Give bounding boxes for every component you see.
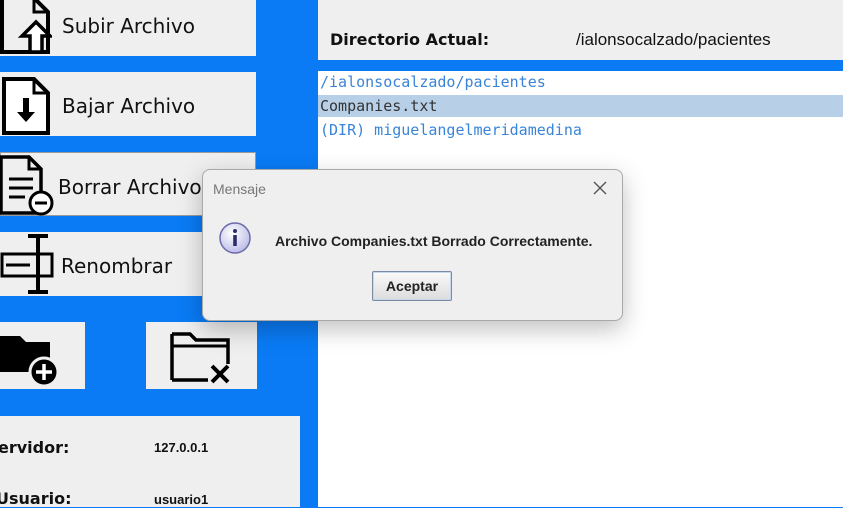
dialog-message: Archivo Companies.txt Borrado Correctame…	[275, 233, 593, 249]
ok-button[interactable]: Aceptar	[372, 271, 452, 301]
info-icon	[219, 222, 251, 254]
rename-label: Renombrar	[61, 254, 173, 278]
list-item-selected[interactable]: Companies.txt	[318, 95, 843, 117]
current-directory-value: /ialonsocalzado/pacientes	[576, 30, 771, 49]
file-upload-icon	[0, 0, 52, 54]
list-item[interactable]: /ialonsocalzado/pacientes	[318, 71, 843, 93]
delete-file-label: Borrar Archivo	[58, 175, 202, 199]
upload-file-button[interactable]: Subir Archivo	[0, 0, 256, 56]
server-label: ervidor:	[0, 438, 70, 457]
current-directory-header: Directorio Actual: /ialonsocalzado/pacie…	[318, 0, 843, 60]
delete-folder-button[interactable]	[146, 322, 257, 389]
folder-delete-icon	[170, 332, 230, 384]
server-value: 127.0.0.1	[154, 440, 209, 455]
folder-add-icon	[0, 336, 60, 388]
file-delete-icon	[0, 155, 54, 216]
list-item[interactable]: (DIR) miguelangelmeridamedina	[318, 119, 843, 141]
download-file-label: Bajar Archivo	[62, 94, 196, 118]
new-folder-button[interactable]	[0, 322, 85, 389]
rename-icon	[0, 234, 54, 294]
user-value: usuario1	[154, 492, 209, 507]
current-directory-label: Directorio Actual:	[330, 30, 490, 49]
download-file-button[interactable]: Bajar Archivo	[0, 72, 256, 136]
upload-file-label: Subir Archivo	[62, 14, 195, 38]
message-dialog: Mensaje Archivo Companies.txt Borrado Co…	[202, 169, 623, 321]
dialog-title: Mensaje	[213, 181, 266, 197]
user-label: Usuario:	[0, 489, 72, 508]
connection-info-panel: ervidor: 127.0.0.1 Usuario: usuario1	[0, 416, 300, 508]
file-download-icon	[2, 77, 50, 135]
close-icon[interactable]	[591, 179, 609, 197]
